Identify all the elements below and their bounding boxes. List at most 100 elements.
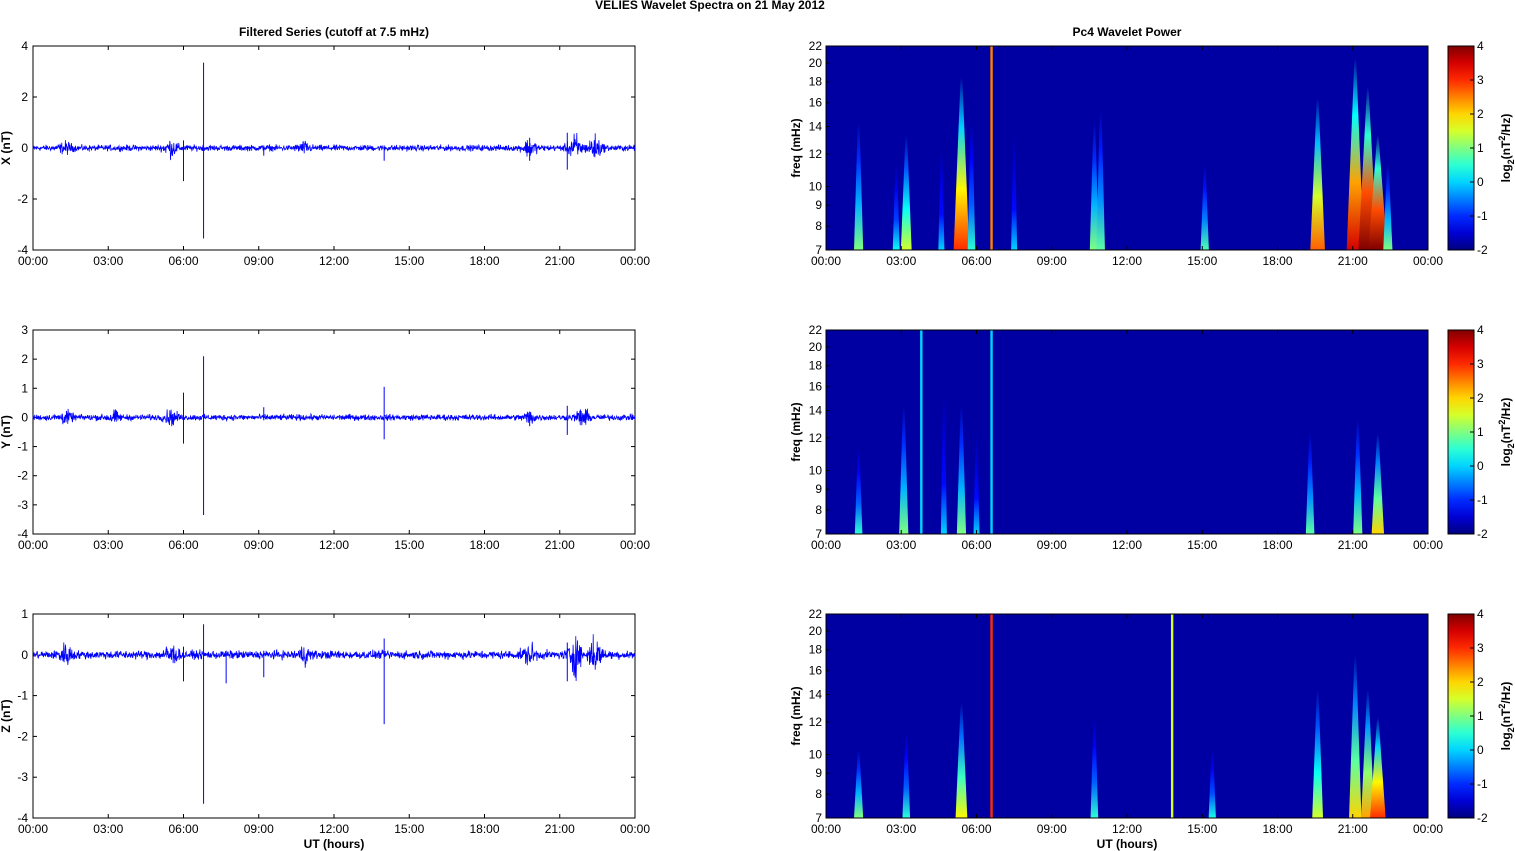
colorbar-tick-label: 4: [1477, 39, 1484, 53]
x-tick-label: 21:00: [1338, 822, 1368, 836]
x-tick-label: 21:00: [545, 538, 575, 552]
x-tick-label: 09:00: [1037, 538, 1067, 552]
colorbar-tick-label: 3: [1477, 641, 1484, 655]
x-axis-label: UT (hours): [1097, 837, 1158, 851]
y-tick-label: 14: [809, 120, 823, 134]
x-tick-label: 00:00: [811, 822, 841, 836]
x-tick-label: 00:00: [18, 822, 48, 836]
x-tick-label: 00:00: [811, 254, 841, 268]
y-tick-label: 0: [21, 410, 28, 424]
x-tick-label: 09:00: [244, 822, 274, 836]
x-tick-label: 18:00: [1262, 538, 1292, 552]
y-tick-label: 3: [21, 323, 28, 337]
y-tick-label: 8: [815, 787, 822, 801]
colorbar-tick-label: -2: [1477, 811, 1488, 825]
x-tick-label: 09:00: [244, 254, 274, 268]
x-tick-label: 18:00: [1262, 822, 1292, 836]
x-tick-label: 15:00: [394, 538, 424, 552]
time-series-panel-3: 10-1-2-3-4Z (nT)00:00 03:00 06:00 09:00 12:0…: [0, 607, 650, 851]
y-tick-label: 22: [809, 39, 823, 53]
y-tick-label: 14: [809, 688, 823, 702]
power-event: [990, 330, 993, 534]
x-tick-label: 03:00: [886, 538, 916, 552]
colorbar-tick-label: 3: [1477, 357, 1484, 371]
power-event: [1170, 614, 1174, 818]
y-tick-label: 18: [809, 359, 823, 373]
y-tick-label: 20: [809, 624, 823, 638]
x-tick-label: 12:00: [1112, 822, 1142, 836]
x-tick-label: 03:00: [93, 538, 123, 552]
y-tick-label: 12: [809, 147, 823, 161]
wavelet-panel-3: 22201816141210987freq (mHz)00:00 03:00 06:…: [789, 607, 1515, 851]
y-tick-label: 22: [809, 607, 823, 621]
y-tick-label: 22: [809, 323, 823, 337]
x-tick-label: 06:00: [168, 538, 198, 552]
y-tick-label: 20: [809, 56, 823, 70]
y-tick-label: -3: [17, 770, 28, 784]
y-tick-label: 9: [815, 482, 822, 496]
y-tick-label: 10: [809, 179, 823, 193]
y-axis-label: freq (mHz): [789, 686, 803, 745]
y-axis-label: X (nT): [0, 131, 13, 165]
x-tick-label: 21:00: [1338, 254, 1368, 268]
y-tick-label: 8: [815, 503, 822, 517]
y-tick-label: 10: [809, 463, 823, 477]
x-tick-label: 09:00: [1037, 822, 1067, 836]
x-tick-label: 18:00: [469, 254, 499, 268]
y-tick-label: 20: [809, 340, 823, 354]
figure-title: VELIES Wavelet Spectra on 21 May 2012: [595, 0, 825, 12]
colorbar-label: log2(nT2/Hz): [1497, 114, 1515, 183]
y-tick-label: 16: [809, 380, 823, 394]
x-tick-label: 06:00: [961, 254, 991, 268]
colorbar-label: log2(nT2/Hz): [1497, 682, 1515, 751]
y-tick-label: 9: [815, 198, 822, 212]
wavelet-panel-2: 22201816141210987freq (mHz)00:00 03:00 06:…: [789, 323, 1515, 552]
x-tick-label: 00:00: [811, 538, 841, 552]
x-tick-label: 15:00: [1187, 254, 1217, 268]
x-tick-label: 12:00: [319, 822, 349, 836]
x-tick-label: 21:00: [545, 822, 575, 836]
y-tick-label: -1: [17, 440, 28, 454]
y-axis-label: Z (nT): [0, 699, 13, 732]
x-tick-label: 00:00: [1413, 822, 1443, 836]
x-tick-label: 12:00: [319, 538, 349, 552]
y-tick-label: 18: [809, 643, 823, 657]
colorbar-tick-label: 0: [1477, 175, 1484, 189]
y-tick-label: 2: [21, 90, 28, 104]
colorbar-tick-label: 4: [1477, 323, 1484, 337]
panel-title: Pc4 Wavelet Power: [1073, 25, 1182, 39]
colorbar-tick-label: 2: [1477, 107, 1484, 121]
time-series-panel-2: 3210-1-2-3-4Y (nT)00:00 03:00 06:00 09:00 12…: [0, 323, 650, 552]
x-tick-label: 00:00: [620, 254, 650, 268]
plot-area: [32, 329, 636, 535]
colorbar: 4 3 2 1 0 -1 -2 log2(nT2/Hz): [1447, 607, 1515, 825]
x-tick-label: 06:00: [168, 254, 198, 268]
x-tick-label: 15:00: [1187, 538, 1217, 552]
x-tick-label: 00:00: [1413, 254, 1443, 268]
x-tick-label: 06:00: [961, 538, 991, 552]
figure-canvas: VELIES Wavelet Spectra on 21 May 2012 Fi…: [0, 0, 1515, 851]
x-tick-label: 03:00: [886, 254, 916, 268]
x-tick-label: 00:00: [18, 538, 48, 552]
colorbar-label: log2(nT2/Hz): [1497, 398, 1515, 467]
y-tick-label: -3: [17, 498, 28, 512]
wavelet-panel-1: Pc4 Wavelet Power22201816141210987freq (…: [789, 25, 1515, 268]
colorbar: 4 3 2 1 0 -1 -2 log2(nT2/Hz): [1447, 323, 1515, 541]
heatmap-background: [826, 330, 1428, 534]
power-event: [920, 330, 923, 534]
y-tick-label: 18: [809, 75, 823, 89]
colorbar: 4 3 2 1 0 -1 -2 log2(nT2/Hz): [1447, 39, 1515, 257]
x-tick-label: 09:00: [244, 538, 274, 552]
x-tick-label: 18:00: [1262, 254, 1292, 268]
y-tick-label: 1: [21, 607, 28, 621]
y-axis-label: freq (mHz): [789, 118, 803, 177]
y-tick-label: 16: [809, 664, 823, 678]
y-tick-label: 0: [21, 648, 28, 662]
x-tick-label: 00:00: [620, 822, 650, 836]
x-tick-label: 18:00: [469, 822, 499, 836]
colorbar-tick-label: 1: [1477, 709, 1484, 723]
y-tick-label: 10: [809, 747, 823, 761]
y-tick-label: 12: [809, 715, 823, 729]
colorbar-tick-label: 0: [1477, 459, 1484, 473]
y-tick-label: 8: [815, 219, 822, 233]
